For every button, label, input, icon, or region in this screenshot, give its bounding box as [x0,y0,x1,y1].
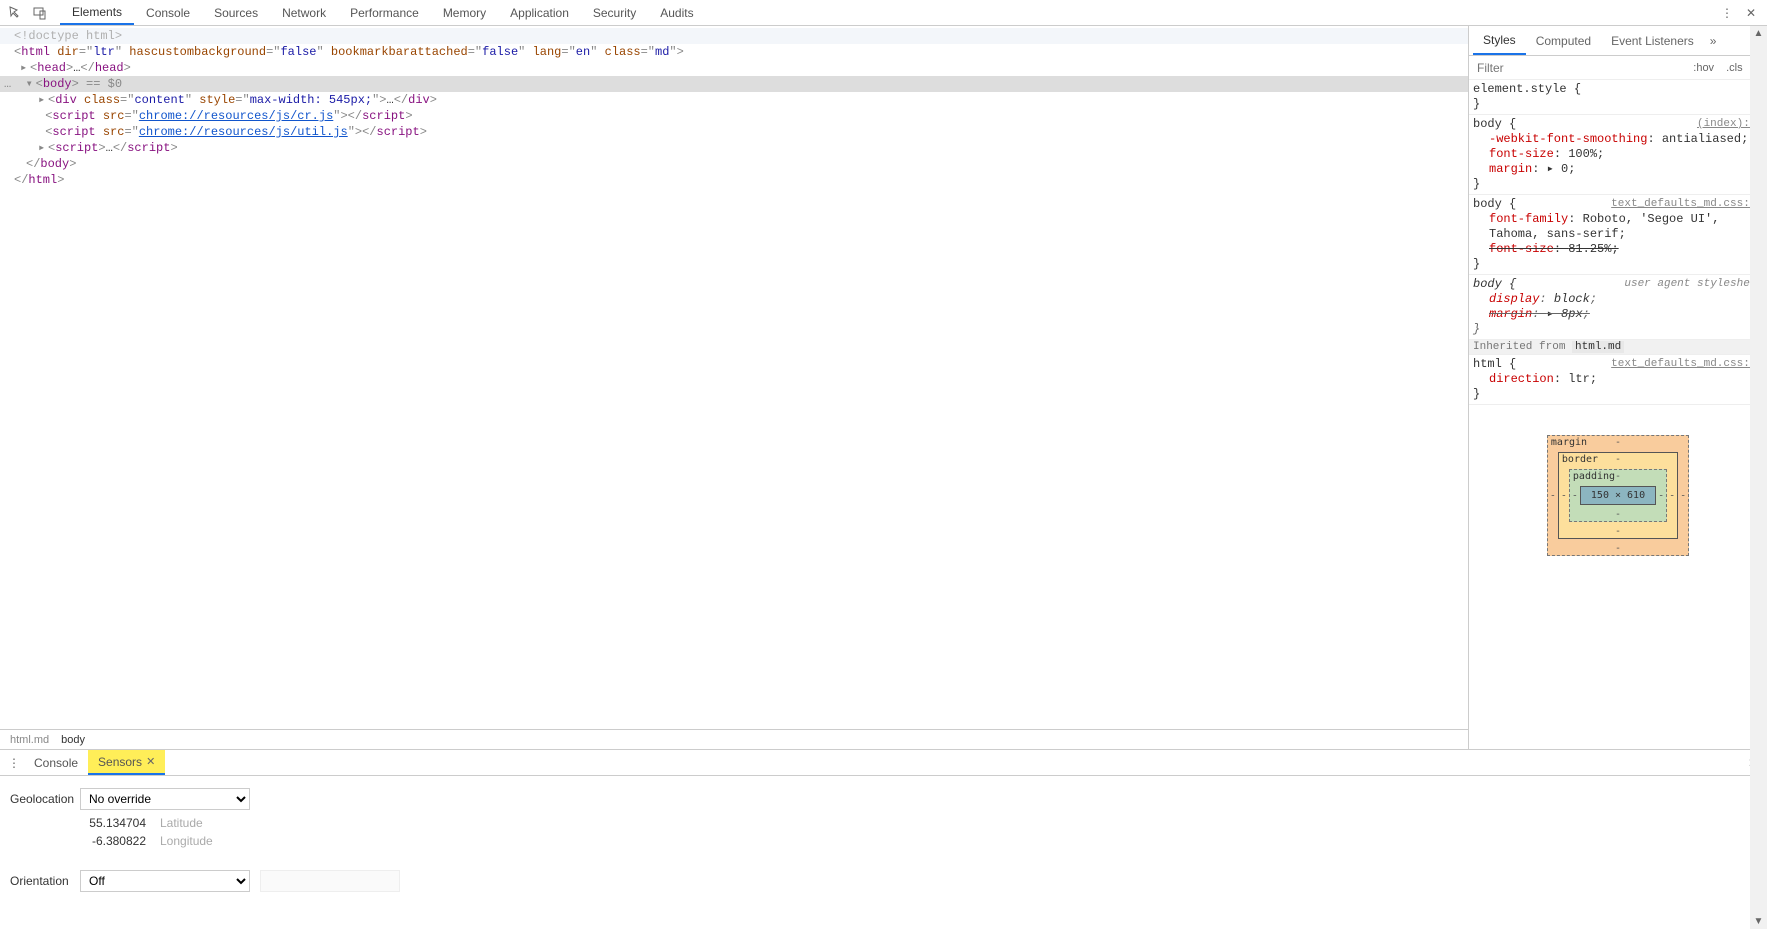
tab-audits[interactable]: Audits [648,0,705,25]
dom-body-close[interactable]: </body> [0,156,1468,172]
orientation-label: Orientation [10,874,80,888]
orientation-preview [260,870,400,892]
scroll-down-icon[interactable]: ▼ [1754,914,1764,929]
box-model-content: 150 × 610 [1580,486,1656,505]
main-tabs: Elements Console Sources Network Perform… [60,0,1715,25]
device-toggle-icon[interactable] [28,1,52,25]
styles-filter-row: :hov .cls + [1469,56,1767,80]
styles-more-icon[interactable]: » [1704,34,1723,48]
dom-head[interactable]: ▸<head>…</head> [0,60,1468,76]
close-icon[interactable]: ✕ [146,755,155,768]
tab-console[interactable]: Console [134,0,202,25]
styles-filter-input[interactable] [1469,61,1687,75]
tab-elements[interactable]: Elements [60,0,134,25]
longitude-value[interactable]: -6.380822 [10,834,160,848]
drawer-menu-icon[interactable]: ⋮ [4,756,24,770]
box-model: margin ---- border ---- padding ---- 150… [1469,405,1767,586]
geolocation-select[interactable]: No override [80,788,250,810]
tab-network[interactable]: Network [270,0,338,25]
close-icon[interactable]: ✕ [1739,1,1763,25]
hov-toggle[interactable]: :hov [1687,62,1720,74]
rule-body-ua[interactable]: body {user agent stylesheet display: blo… [1469,275,1767,340]
dom-body-selected[interactable]: … ▾<body> == $0 [0,76,1468,92]
tab-security[interactable]: Security [581,0,648,25]
dom-html[interactable]: <html dir="ltr" hascustombackground="fal… [0,44,1468,60]
drawer-tab-sensors[interactable]: Sensors✕ [88,750,165,775]
devtools-toolbar: Elements Console Sources Network Perform… [0,0,1767,26]
dom-doctype[interactable]: <!doctype html> [0,28,1468,44]
dom-tree[interactable]: <!doctype html> <html dir="ltr" hascusto… [0,26,1468,729]
tab-event-listeners[interactable]: Event Listeners [1601,26,1704,55]
breadcrumb-html[interactable]: html.md [4,734,55,746]
rule-html[interactable]: html {text_defaults_md.css:20 direction:… [1469,355,1767,405]
drawer: ⋮ Console Sensors✕ ✕ Geolocation No over… [0,749,1767,929]
elements-pane: <!doctype html> <html dir="ltr" hascusto… [0,26,1469,749]
rule-body-1[interactable]: body {(index):16 -webkit-font-smoothing:… [1469,115,1767,195]
tab-computed[interactable]: Computed [1526,26,1601,55]
tab-performance[interactable]: Performance [338,0,431,25]
tab-application[interactable]: Application [498,0,581,25]
sensors-panel: Geolocation No override 55.134704 Latitu… [0,776,1767,929]
inspect-element-icon[interactable] [4,1,28,25]
dom-script1[interactable]: <script src="chrome://resources/js/cr.js… [0,108,1468,124]
tab-memory[interactable]: Memory [431,0,498,25]
selected-marker: == $0 [86,77,122,91]
styles-tabs: Styles Computed Event Listeners » [1469,26,1767,56]
tab-sources[interactable]: Sources [202,0,270,25]
drawer-tabs: ⋮ Console Sensors✕ ✕ [0,750,1767,776]
dom-div-content[interactable]: ▸<div class="content" style="max-width: … [0,92,1468,108]
style-rules[interactable]: element.style { } body {(index):16 -webk… [1469,80,1767,749]
inherited-from-bar: Inherited from html.md [1469,340,1767,355]
breadcrumb-body[interactable]: body [55,734,91,746]
dom-script3[interactable]: ▸<script>…</script> [0,140,1468,156]
styles-pane: Styles Computed Event Listeners » :hov .… [1469,26,1767,749]
latitude-label: Latitude [160,816,260,830]
rule-element-style[interactable]: element.style { } [1469,80,1767,115]
longitude-label: Longitude [160,834,260,848]
scrollbar[interactable]: ▲ ▼ [1750,26,1767,929]
dom-script2[interactable]: <script src="chrome://resources/js/util.… [0,124,1468,140]
cls-toggle[interactable]: .cls [1720,62,1749,74]
drawer-tab-console[interactable]: Console [24,750,88,775]
rule-body-2[interactable]: body {text_defaults_md.css:24 font-famil… [1469,195,1767,275]
breadcrumb: html.md body [0,729,1468,749]
more-icon[interactable]: ⋮ [1715,1,1739,25]
orientation-select[interactable]: Off [80,870,250,892]
latitude-value[interactable]: 55.134704 [10,816,160,830]
geolocation-label: Geolocation [10,792,80,806]
scroll-up-icon[interactable]: ▲ [1754,26,1764,41]
tab-styles[interactable]: Styles [1473,26,1526,55]
dom-html-close[interactable]: </html> [0,172,1468,188]
